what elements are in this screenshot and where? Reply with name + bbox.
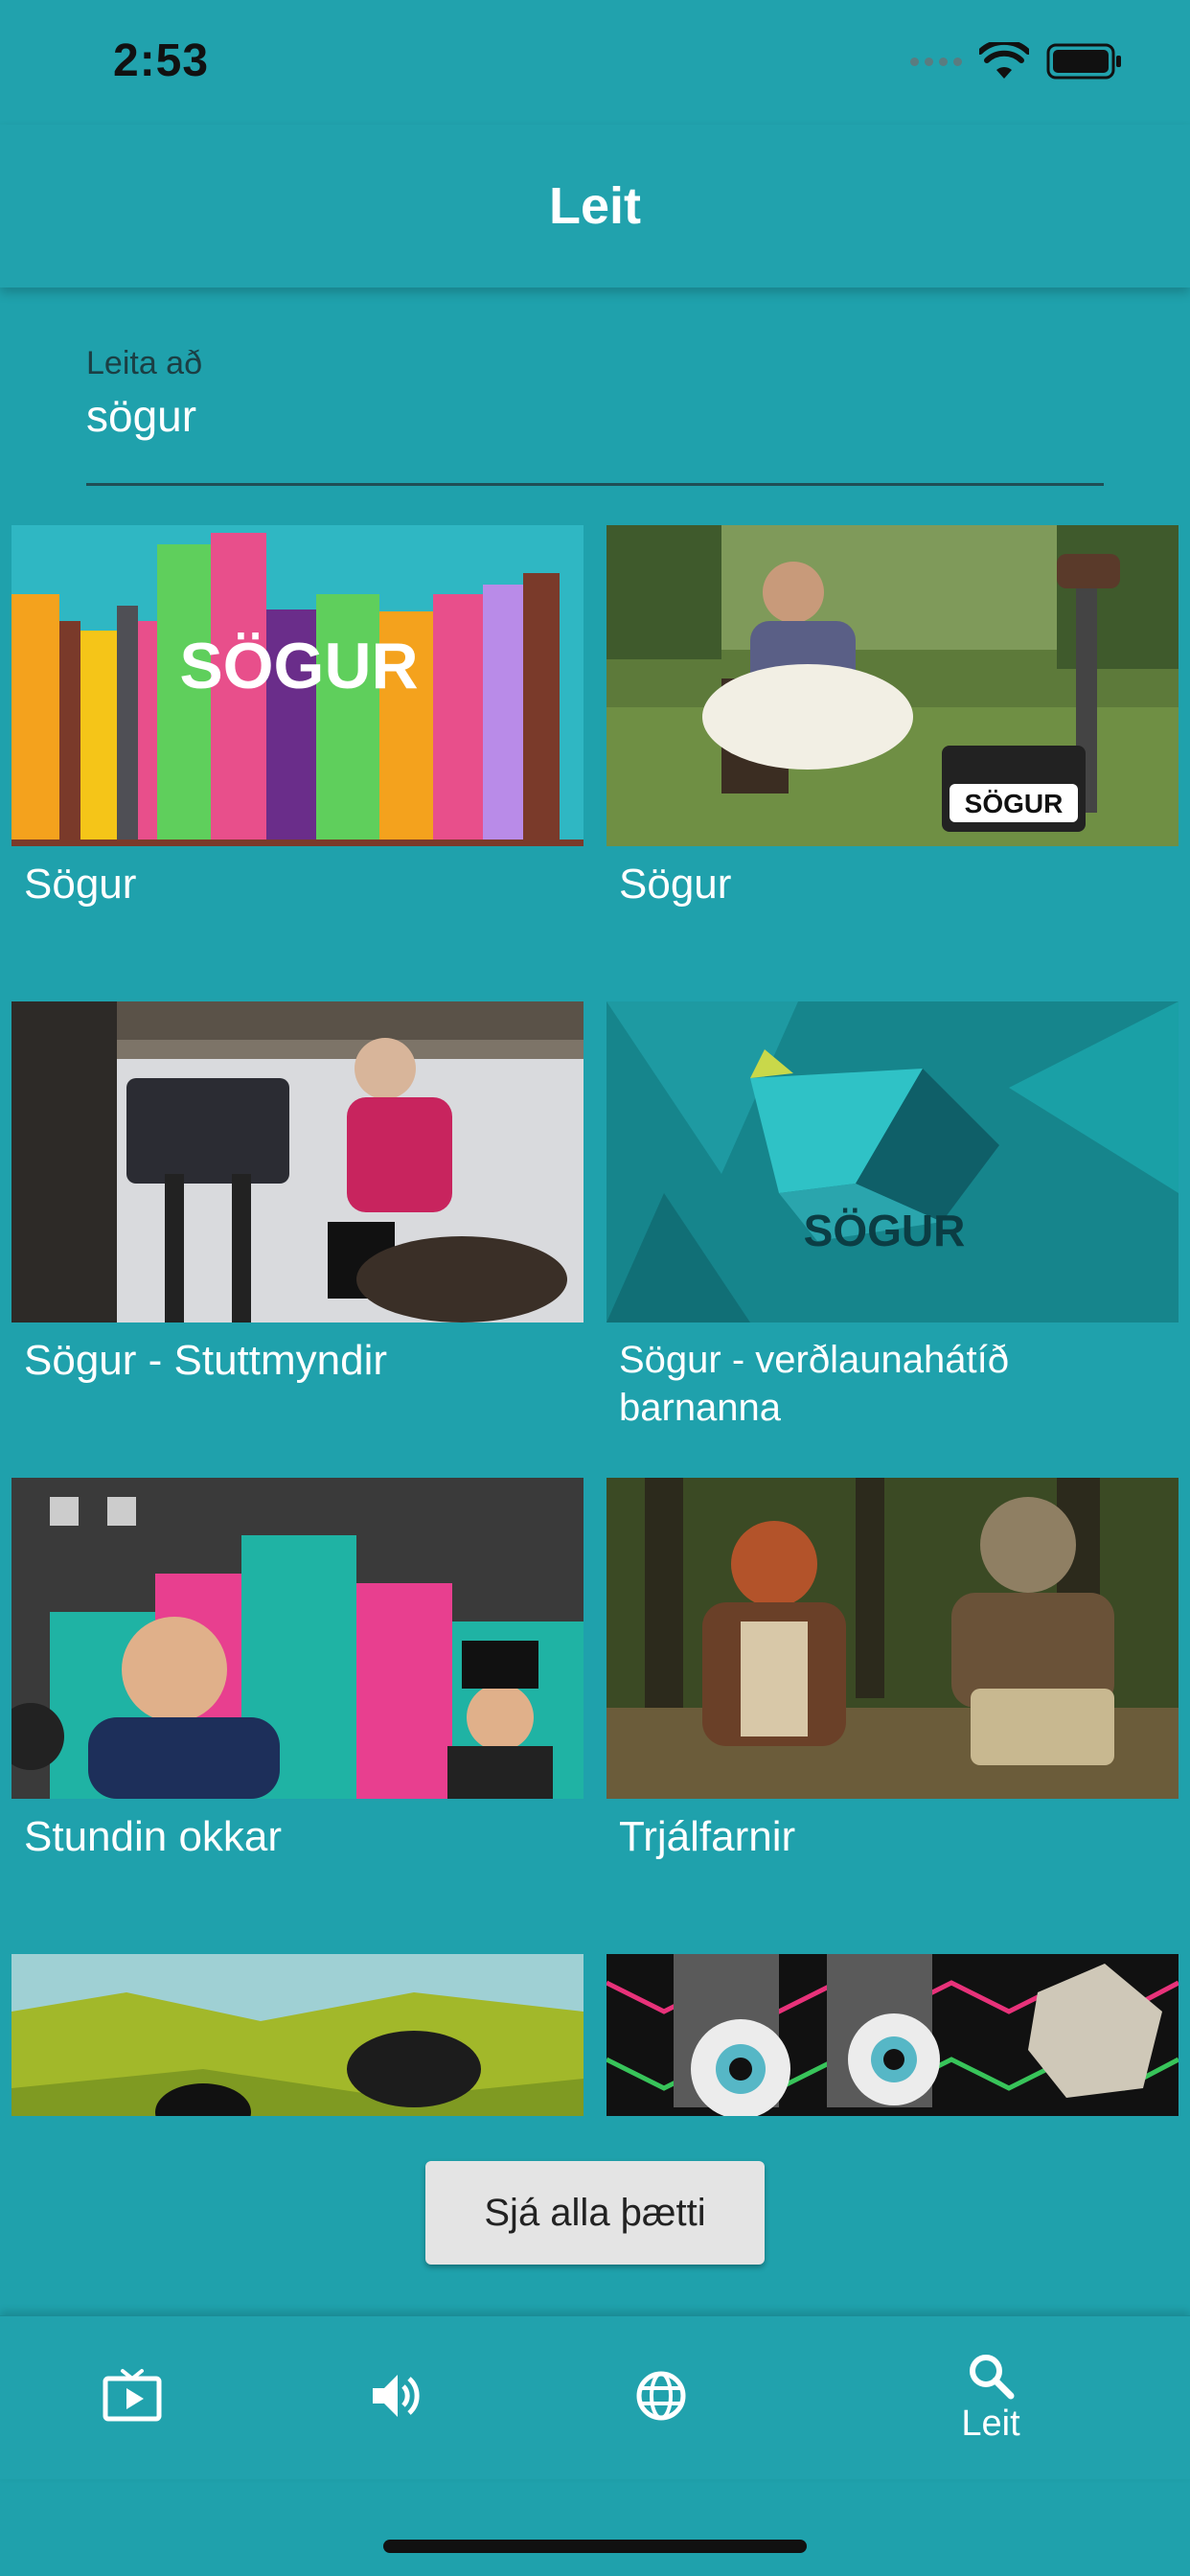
search-input[interactable]: sögur: [86, 390, 1102, 442]
home-indicator: [383, 2540, 807, 2553]
nav-item-web[interactable]: [565, 2316, 757, 2479]
result-title: Sögur - Stuttmyndir: [24, 1337, 388, 1384]
search-field[interactable]: Leita að sögur: [86, 345, 1102, 442]
result-thumbnail[interactable]: SÖGUR: [11, 525, 584, 846]
globe-icon: [636, 2371, 686, 2421]
result-card[interactable]: [11, 1954, 584, 2116]
nav-item-radio[interactable]: [300, 2316, 492, 2479]
search-underline: [86, 483, 1104, 486]
speaker-icon: [373, 2375, 420, 2417]
nav-item-search[interactable]: Leit: [895, 2316, 1087, 2479]
battery-icon: [1046, 43, 1121, 80]
status-icons: [910, 42, 1123, 80]
thumbnail-logo-text: SÖGUR: [179, 630, 418, 702]
result-card[interactable]: [606, 1954, 1179, 2116]
result-thumbnail[interactable]: [11, 1954, 584, 2116]
result-card[interactable]: Trjálfarnir: [606, 1478, 1179, 1862]
wifi-icon: [979, 42, 1029, 79]
result-title: Trjálfarnir: [619, 1813, 796, 1860]
result-thumbnail[interactable]: [11, 1478, 584, 1799]
search-icon: [970, 2354, 1015, 2399]
nav-label: Leit: [961, 2403, 1020, 2444]
result-thumbnail[interactable]: [606, 1478, 1179, 1799]
cellular-signal-icon: [910, 57, 962, 66]
result-thumbnail[interactable]: SÖGUR: [606, 1001, 1179, 1322]
status-time: 2:53: [113, 35, 210, 86]
result-card[interactable]: SÖGUR Sögur: [606, 525, 1179, 909]
result-card[interactable]: Stundin okkar: [11, 1478, 584, 1862]
thumbnail-logo-text: SÖGUR: [965, 789, 1064, 818]
result-thumbnail[interactable]: SÖGUR: [606, 525, 1179, 846]
result-card[interactable]: SÖGUR Sögur: [11, 525, 584, 909]
result-title: Sögur: [24, 861, 137, 908]
result-thumbnail[interactable]: [606, 1954, 1179, 2116]
result-title: Stundin okkar: [24, 1813, 283, 1860]
thumbnail-logo-text: SÖGUR: [804, 1206, 966, 1255]
bottom-navigation: Leit: [0, 2315, 1190, 2479]
result-card[interactable]: Sögur - Stuttmyndir: [11, 1001, 584, 1386]
page-title: Leit: [548, 177, 641, 235]
search-field-label: Leita að: [86, 345, 202, 381]
result-title: Sögur: [619, 861, 732, 908]
result-card[interactable]: SÖGUR Sögur - verðlaunahátíð barnanna: [606, 1001, 1179, 1432]
result-thumbnail[interactable]: [11, 1001, 584, 1322]
app-bar: Leit: [0, 125, 1190, 288]
nav-item-tv[interactable]: [36, 2316, 228, 2479]
status-bar: 2:53: [0, 0, 1190, 125]
results-grid[interactable]: SÖGUR Sögur SÖGUR Sögur Sögur - Stuttmyn…: [11, 525, 1179, 2116]
see-all-shows-button[interactable]: Sjá alla þætti: [425, 2161, 765, 2265]
result-title: Sögur - verðlaunahátíð barnanna: [619, 1339, 1009, 1429]
tv-play-icon: [103, 2369, 162, 2422]
